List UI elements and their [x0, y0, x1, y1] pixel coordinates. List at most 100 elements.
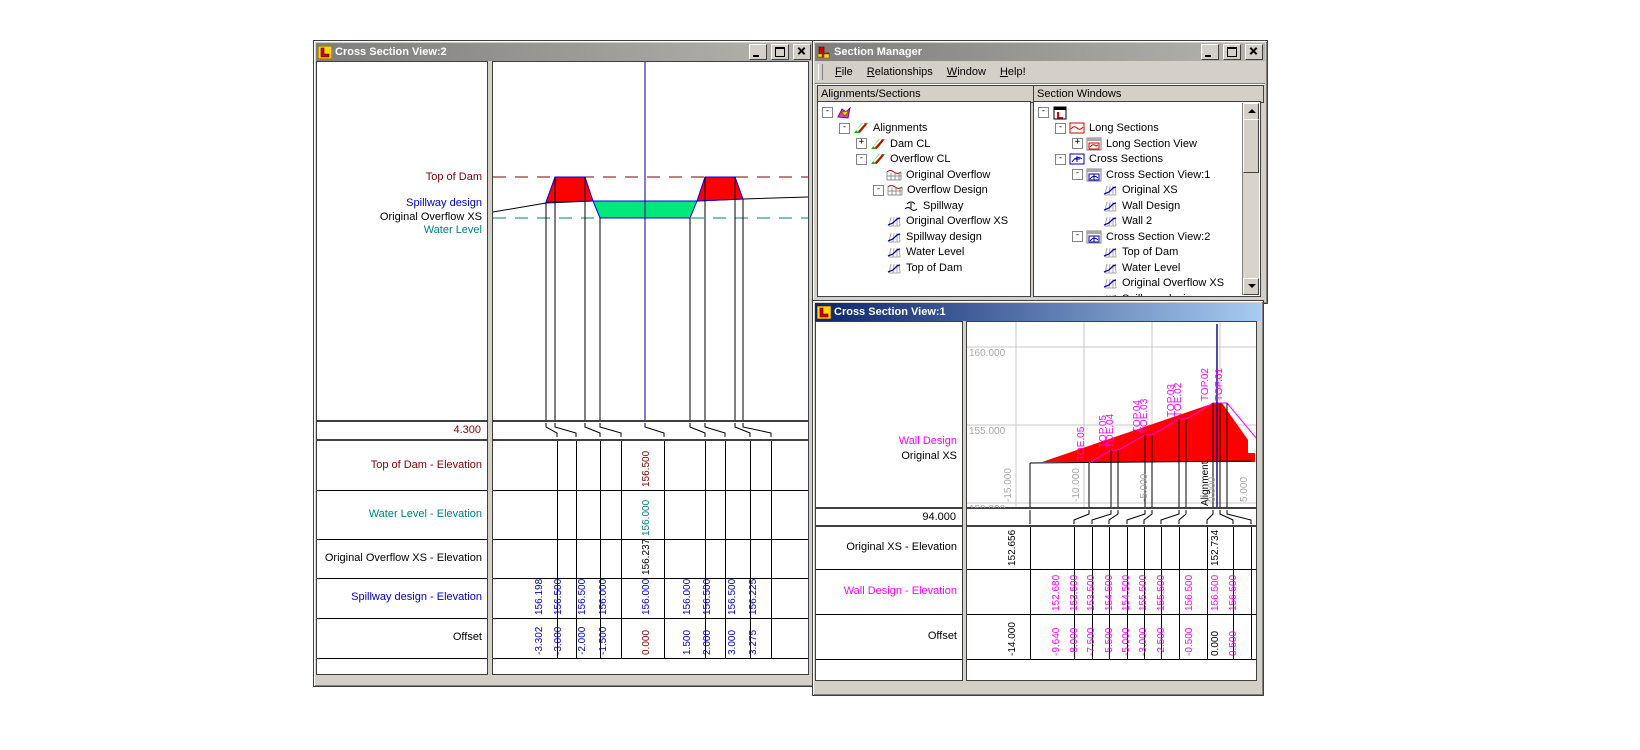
tree-item-original-xs[interactable]: Original XS	[1089, 183, 1178, 198]
tree-item-label: Spillway design	[1122, 293, 1198, 298]
collapse-toggle[interactable]: -	[1055, 154, 1066, 165]
alignment-stripe-icon	[853, 121, 871, 135]
xs-line-icon	[1102, 276, 1120, 290]
window-cross-section-view-1[interactable]: Cross Section View:1 Wall DesignOriginal…	[812, 300, 1264, 696]
menu-item-window[interactable]: Window	[940, 64, 993, 80]
maximize-button[interactable]	[771, 44, 789, 60]
table-column-line	[1030, 527, 1031, 659]
maximize-button[interactable]	[1223, 44, 1241, 60]
row-separator	[493, 618, 808, 619]
value-spill: 156.500	[702, 579, 713, 615]
tree-item-alignments[interactable]: - Alignments	[839, 121, 927, 136]
csv2-band-label: 4.300	[316, 421, 488, 440]
value-offset: -3.000	[1138, 628, 1149, 656]
menu-item-relationships[interactable]: Relationships	[860, 64, 940, 80]
tree-item-wall-design[interactable]: Wall Design	[1089, 198, 1180, 213]
row-separator	[317, 490, 487, 491]
tree-item-cross-sections[interactable]: -Cross Sections	[1055, 152, 1163, 167]
tree-item-water-level[interactable]: Water Level	[1089, 260, 1180, 275]
tree-item-overflow-design[interactable]: -Overflow Design	[873, 183, 988, 198]
scrollbar-thumb[interactable]	[1243, 119, 1259, 173]
tree-item-dam-cl[interactable]: + Dam CL	[856, 136, 930, 151]
tree-item-cross-section-view-1[interactable]: -Cross Section View:1	[1072, 167, 1210, 182]
hook-connectors	[967, 509, 1256, 525]
close-button[interactable]	[1245, 44, 1263, 60]
scrollbar[interactable]	[1242, 103, 1259, 295]
table-column-line	[725, 441, 726, 658]
tree-item-spillway-design[interactable]: Spillway design	[1089, 291, 1198, 297]
collapse-toggle[interactable]: -	[856, 154, 867, 165]
collapse-toggle[interactable]: -	[822, 107, 833, 118]
tree-item-label: Dam CL	[890, 138, 930, 150]
collapse-toggle[interactable]: -	[1055, 123, 1066, 134]
tree-item-root[interactable]: -	[822, 105, 856, 120]
tree-item-cross-section-view-2[interactable]: -Cross Section View:2	[1072, 229, 1210, 244]
menu-item-file[interactable]: File	[828, 64, 860, 80]
row-separator	[967, 569, 1256, 570]
tree-item-wall-2[interactable]: Wall 2	[1089, 214, 1152, 229]
csv2-body: Top of DamSpillway designOriginal Overfl…	[316, 61, 813, 684]
scroll-down-button[interactable]	[1243, 278, 1259, 295]
value-orig: 152.656	[1007, 530, 1018, 566]
tree-item-label: Overflow CL	[890, 153, 951, 165]
tree-item-long-sections[interactable]: -Long Sections	[1055, 121, 1159, 136]
value-offset: -3.000	[553, 627, 564, 655]
tree-item-long-section-view[interactable]: +Long Section View	[1072, 136, 1197, 151]
row-label-top-of-dam-elevation: Top of Dam - Elevation	[371, 459, 482, 471]
left-wall-shape	[546, 177, 593, 202]
tree-item-root[interactable]: -	[1038, 105, 1072, 120]
tree-item-label: Alignments	[873, 122, 927, 134]
xs-line-icon	[1102, 214, 1120, 228]
menu-item-help[interactable]: Help!	[993, 64, 1033, 80]
tree-item-spillway-design[interactable]: Spillway design	[873, 229, 982, 244]
xs-line-icon	[1102, 183, 1120, 197]
row-separator	[816, 614, 962, 615]
tree-item-top-of-dam[interactable]: Top of Dam	[1089, 245, 1178, 260]
alignments-sections-tree[interactable]: --Alignments+Dam CL-Overflow CLOriginal …	[817, 101, 1031, 297]
offset-grid-label: 5.000	[1239, 477, 1250, 502]
collapse-toggle[interactable]: -	[1072, 169, 1083, 180]
section-windows-tree[interactable]: --Long Sections+Long Section View-Cross …	[1033, 101, 1261, 297]
menu-bar: FileRelationshipsWindowHelp!	[815, 61, 1265, 84]
section-model-icon	[887, 183, 905, 197]
right-wall-shape	[697, 177, 743, 201]
collapse-toggle[interactable]: -	[1072, 231, 1083, 242]
value-offset: 1.500	[682, 630, 693, 655]
csv2-plot-pane[interactable]	[492, 61, 809, 421]
value-wall: 154.500	[1104, 575, 1115, 611]
xs-line-icon	[886, 214, 904, 228]
table-column-line	[1179, 527, 1180, 659]
tree-item-spillway[interactable]: Spillway	[890, 198, 963, 213]
titlebar[interactable]: Section Manager	[815, 43, 1265, 61]
titlebar[interactable]: Cross Section View:1	[815, 303, 1261, 321]
tree-item-overflow-cl[interactable]: - Overflow CL	[856, 152, 951, 167]
close-button[interactable]	[793, 44, 811, 60]
plot-label-original-xs: Original XS	[901, 450, 957, 462]
menu-grip[interactable]	[818, 64, 823, 80]
minimize-button[interactable]	[1201, 44, 1219, 60]
tree-item-original-overflow-xs[interactable]: Original Overflow XS	[1089, 276, 1224, 291]
tree-item-top-of-dam[interactable]: Top of Dam	[873, 260, 962, 275]
expand-toggle[interactable]: +	[856, 138, 867, 149]
tree-item-original-overflow[interactable]: Original Overflow	[873, 167, 990, 182]
titlebar[interactable]: Cross Section View:2	[316, 43, 813, 61]
csv1-table-pane[interactable]: 152.656-14.000152.680-9.640153.500-8.000…	[966, 526, 1257, 681]
csv1-plot-pane[interactable]: 160.000155.000150.000-15.000-10.000-5.00…	[966, 321, 1257, 508]
window-section-manager[interactable]: Section Manager FileRelationshipsWindowH…	[812, 40, 1268, 304]
csv1-band-label: 94.000	[815, 508, 963, 526]
minimize-button[interactable]	[749, 44, 767, 60]
section-manager-body: FileRelationshipsWindowHelp! Alignments/…	[815, 61, 1265, 301]
expand-toggle[interactable]: +	[1072, 138, 1083, 149]
tree-item-water-level[interactable]: Water Level	[873, 245, 964, 260]
value-offset: -3.302	[534, 627, 545, 655]
tree-item-original-overflow-xs[interactable]: Original Overflow XS	[873, 214, 1008, 229]
collapse-toggle[interactable]: -	[839, 123, 850, 134]
window-cross-section-view-2[interactable]: Cross Section View:2 Top of DamSpillway …	[313, 40, 816, 687]
scroll-up-button[interactable]	[1243, 103, 1259, 120]
csv2-plot-label-pane: Top of DamSpillway designOriginal Overfl…	[316, 61, 488, 421]
collapse-toggle[interactable]: -	[873, 185, 884, 196]
table-column-line	[1251, 527, 1252, 659]
row-label-offset: Offset	[453, 631, 482, 643]
collapse-toggle[interactable]: -	[1038, 107, 1049, 118]
csv2-table-pane[interactable]: 156.198-3.302156.500-3.000156.500-2.0001…	[492, 440, 809, 675]
